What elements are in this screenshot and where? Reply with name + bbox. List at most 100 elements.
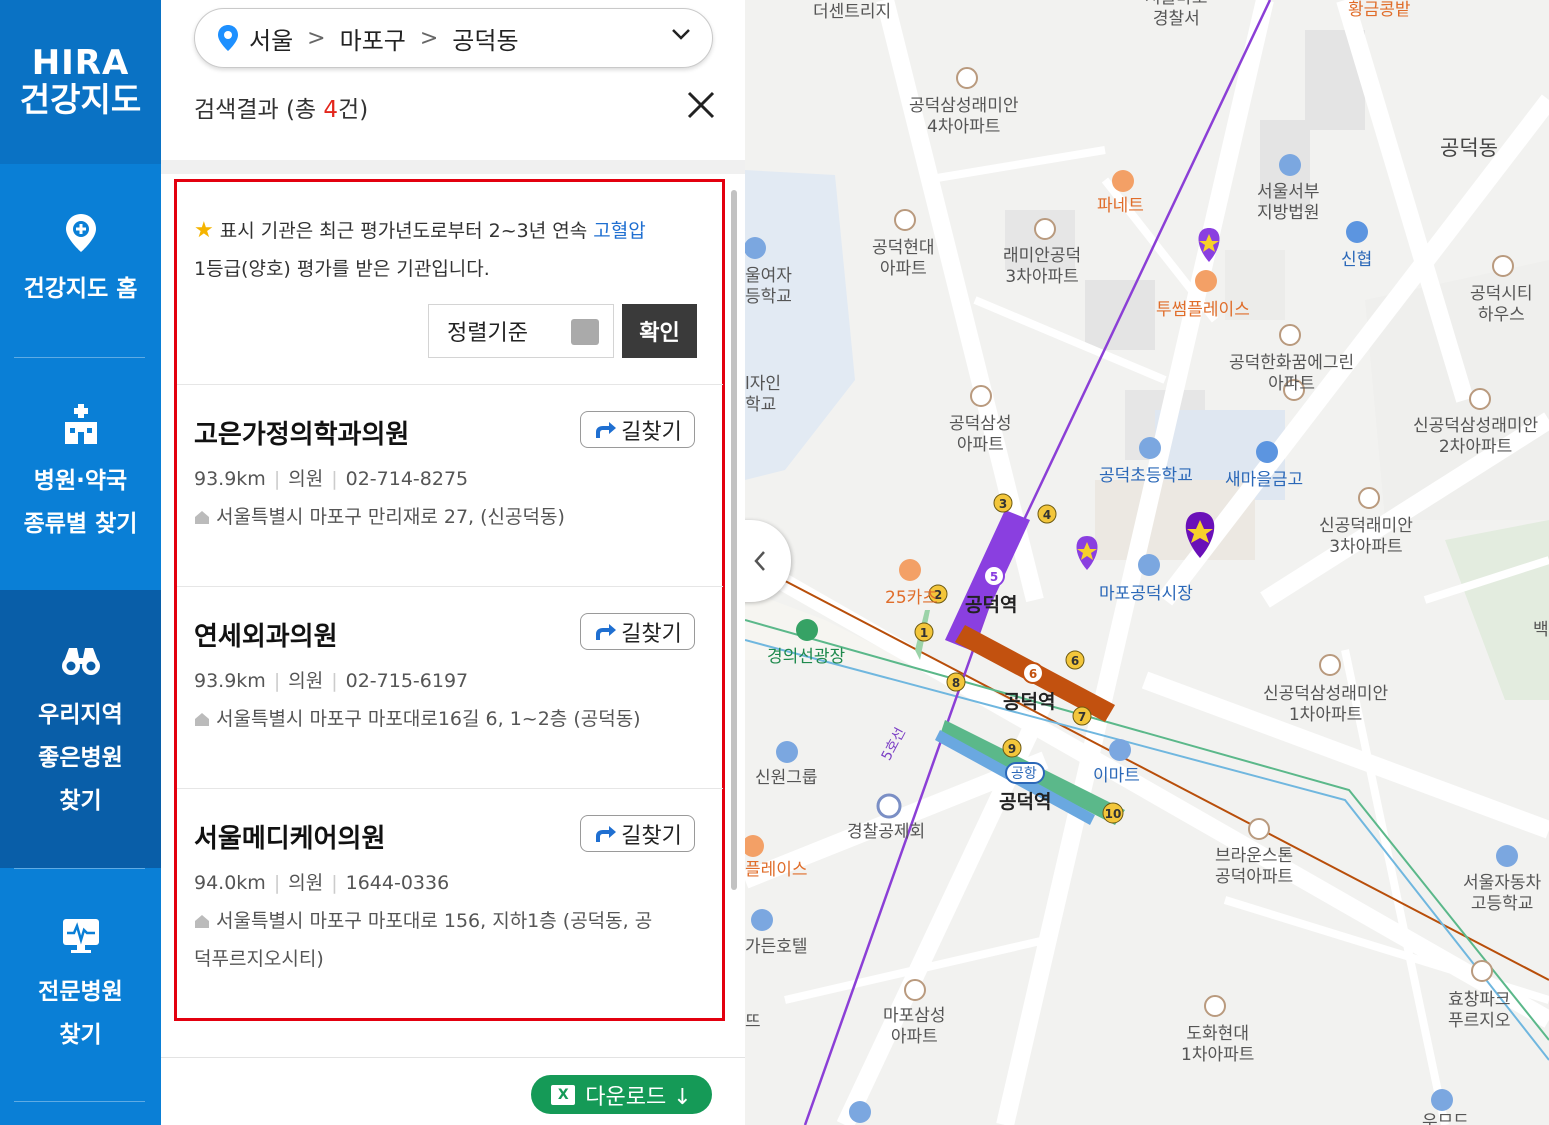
map-label: 공덕동 bbox=[1440, 136, 1498, 160]
map-label: 투썸플레이스 bbox=[1156, 300, 1250, 320]
directions-button[interactable]: 길찾기 bbox=[580, 411, 695, 448]
directions-button[interactable]: 길찾기 bbox=[580, 613, 695, 650]
phone: 02-715-6197 bbox=[345, 670, 469, 692]
map-label: 공덕삼성래미안 4차아파트 bbox=[909, 96, 1019, 137]
address: 서울특별시 마포구 마포대로16길 6, 1~2층 (공덕동) bbox=[194, 700, 664, 738]
map-label: 공덕삼성 아파트 bbox=[949, 414, 1012, 455]
directions-button[interactable]: 길찾기 bbox=[580, 815, 695, 852]
nav-specialty-hospital[interactable]: 전문병원 찾기 bbox=[0, 869, 161, 1101]
hospital-meta: 93.9km | 의원 | 02-715-6197 bbox=[194, 670, 469, 692]
phone: 02-714-8275 bbox=[345, 468, 469, 490]
hospital-card[interactable]: 서울메디케어의원 길찾기 94.0km | 의원 | 1644-0336 서울특별시 마… bbox=[194, 815, 699, 970]
map-canvas[interactable]: 3 4 5 2 1 6 6 8 7 9 10 bbox=[745, 0, 1549, 1125]
map-label: 울여자 등학교 bbox=[745, 266, 792, 307]
nav-item-label: 찾기 bbox=[59, 1022, 102, 1048]
map-view[interactable]: 3 4 5 2 1 6 6 8 7 9 10 더센트리지 경찰서 황금콩밭 공덕… bbox=[745, 0, 1549, 1125]
map-label: 뜨 bbox=[745, 1012, 761, 1032]
map-label: 파네트 bbox=[1097, 196, 1144, 216]
home-icon bbox=[195, 713, 209, 726]
sort-select[interactable]: 정렬기준 bbox=[428, 304, 614, 358]
map-label: 공덕역 bbox=[1003, 691, 1056, 713]
nav-health-map-home[interactable]: 건강지도 홈 bbox=[0, 164, 161, 357]
logo-text-top: HIRA bbox=[31, 43, 130, 83]
map-label: 신원그룹 bbox=[755, 768, 818, 788]
map-label: 브라운스톤 공덕아파트 bbox=[1215, 846, 1294, 887]
distance: 93.9km bbox=[194, 670, 266, 692]
nav-item-label: 건강지도 홈 bbox=[23, 276, 138, 302]
route-arrow-icon bbox=[596, 623, 617, 640]
map-label: 더센트리지 bbox=[813, 2, 892, 22]
location-city: 서울 bbox=[249, 26, 294, 55]
distance: 94.0km bbox=[194, 872, 266, 894]
excel-icon: X bbox=[551, 1084, 576, 1105]
confirm-button[interactable]: 확인 bbox=[622, 304, 697, 358]
map-label: 신공덕래미안 3차아파트 bbox=[1319, 516, 1413, 557]
map-label: 경의선광장 bbox=[767, 647, 846, 667]
scrollbar[interactable] bbox=[731, 190, 737, 890]
result-panel: 서울 > 마포구 > 공덕동 검색결과 (총 4건) ★ 표시 기관은 최근 평가… bbox=[161, 0, 745, 1125]
binoculars-icon bbox=[61, 647, 100, 675]
divider bbox=[161, 160, 745, 174]
location-selector[interactable]: 서울 > 마포구 > 공덕동 bbox=[194, 8, 713, 68]
nav-item-label: 전문병원 bbox=[38, 979, 123, 1005]
map-label: 공항 bbox=[1011, 766, 1037, 782]
map-label: 새마을금고 bbox=[1225, 470, 1304, 490]
map-label: 공덕초등학교 bbox=[1099, 466, 1193, 486]
map-label: 25카츠 bbox=[885, 588, 938, 608]
hospital-meta: 94.0km | 의원 | 1644-0336 bbox=[194, 872, 450, 894]
map-label: 공덕시티 하우스 bbox=[1470, 284, 1533, 325]
list-icon bbox=[571, 319, 599, 345]
map-label: 공덕한화꿈에그린 아파트 bbox=[1229, 353, 1355, 394]
address: 서울특별시 마포구 마포대로 156, 지하1층 (공덕동, 공덕푸르지오시티) bbox=[194, 910, 653, 970]
svg-text:7: 7 bbox=[1078, 710, 1086, 724]
notice-highlight: 고혈압 bbox=[593, 220, 646, 242]
home-icon bbox=[195, 511, 209, 524]
svg-text:8: 8 bbox=[952, 676, 960, 690]
divider bbox=[14, 1101, 145, 1102]
map-label: 서울서부 지방법원 bbox=[1257, 182, 1320, 223]
svg-text:3: 3 bbox=[999, 497, 1007, 511]
map-label: 공덕역 bbox=[965, 594, 1018, 616]
distance: 93.9km bbox=[194, 468, 266, 490]
map-label: 우므드 bbox=[1422, 1112, 1469, 1125]
map-label: 경찰공제회 bbox=[847, 822, 926, 842]
nav-good-hospital[interactable]: 우리지역 좋은병원 찾기 bbox=[0, 590, 161, 868]
svg-text:10: 10 bbox=[1105, 807, 1122, 821]
map-label: 마포삼성 아파트 bbox=[883, 1006, 946, 1047]
map-label: 이마트 bbox=[1093, 766, 1140, 786]
hospital-card[interactable]: 고은가정의학과의원 길찾기 93.9km | 의원 | 02-714-8275 서울특별… bbox=[194, 411, 699, 528]
divider bbox=[177, 384, 723, 385]
hospital-card[interactable]: 연세외과의원 길찾기 93.9km | 의원 | 02-715-6197 서울특별시 마… bbox=[194, 613, 699, 730]
phone: 1644-0336 bbox=[345, 872, 450, 894]
result-count-number: 4 bbox=[323, 97, 339, 123]
hira-logo[interactable]: HIRA 건강지도 bbox=[0, 0, 161, 164]
download-button[interactable]: X 다운로드 ↓ bbox=[531, 1075, 712, 1114]
chevron-left-icon bbox=[754, 551, 765, 571]
nav-item-label: 우리지역 bbox=[38, 701, 123, 728]
svg-text:4: 4 bbox=[1043, 508, 1051, 522]
side-nav: HIRA 건강지도 건강지도 홈 병원·약국 종류별 찾기 우리지역 좋은병원 … bbox=[0, 0, 161, 1125]
monitor-heartbeat-icon bbox=[62, 919, 99, 953]
hospital-meta: 93.9km | 의원 | 02-714-8275 bbox=[194, 468, 469, 490]
map-label: 공덕현대 아파트 bbox=[872, 238, 935, 279]
map-label: 신공덕삼성래미안 2차아파트 bbox=[1413, 416, 1539, 457]
route-arrow-icon bbox=[596, 825, 617, 842]
map-label: 황금콩밭 bbox=[1348, 0, 1411, 20]
star-icon: ★ bbox=[194, 218, 214, 243]
nav-hospital-by-type[interactable]: 병원·약국 종류별 찾기 bbox=[0, 358, 161, 590]
map-label: 서울마포 경찰서 bbox=[1145, 0, 1208, 29]
close-icon[interactable] bbox=[686, 90, 716, 120]
map-label: 가든호텔 bbox=[745, 937, 808, 957]
map-label: 백 bbox=[1533, 620, 1549, 640]
map-label: 서울자동차 고등학교 bbox=[1463, 873, 1542, 914]
home-icon bbox=[195, 915, 209, 928]
map-label: 공덕역 bbox=[999, 791, 1052, 813]
nav-item-label: 병원·약국 bbox=[33, 468, 128, 494]
hospital-type: 의원 bbox=[288, 468, 324, 490]
divider bbox=[177, 788, 723, 789]
hospital-type: 의원 bbox=[288, 872, 324, 894]
map-label: 마포공덕시장 bbox=[1099, 584, 1193, 604]
svg-text:1: 1 bbox=[920, 626, 928, 640]
logo-text-bottom: 건강지도 bbox=[19, 80, 142, 119]
route-arrow-icon bbox=[596, 421, 617, 438]
